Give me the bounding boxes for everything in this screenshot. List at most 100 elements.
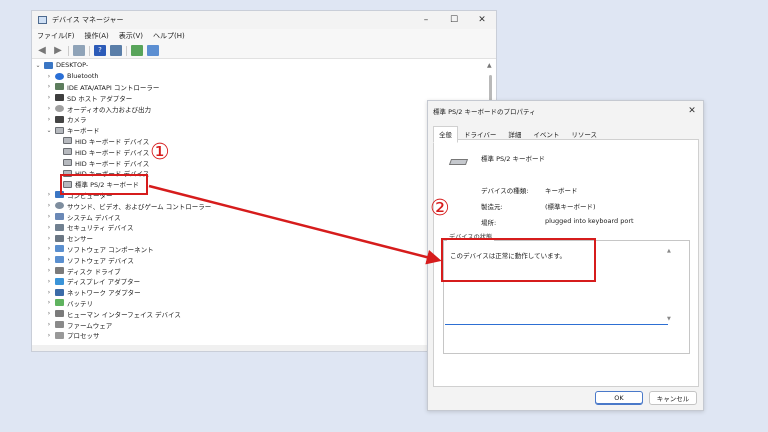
chevron-right-icon[interactable]: ›	[45, 278, 53, 285]
scroll-up-icon[interactable]: ▲	[487, 62, 492, 69]
menu-help[interactable]: ヘルプ(H)	[153, 31, 185, 41]
chevron-right-icon[interactable]: ›	[45, 267, 53, 274]
chevron-right-icon[interactable]: ›	[45, 299, 53, 306]
forward-arrow-icon[interactable]: ▶	[52, 45, 64, 56]
tree-node-label: ディスク ドライブ	[67, 267, 121, 276]
tree-node-processor[interactable]: › プロセッサ	[32, 330, 486, 341]
maximize-button[interactable]: ☐	[440, 15, 468, 25]
tree-node-battery[interactable]: › バッテリ	[32, 298, 486, 309]
tree-node-firmware[interactable]: › ファームウェア	[32, 319, 486, 330]
tree-node-bluetooth[interactable]: › Bluetooth	[32, 71, 486, 82]
chevron-right-icon[interactable]: ›	[45, 83, 53, 90]
chevron-down-icon[interactable]: ⌄	[45, 127, 53, 134]
help-icon[interactable]: ?	[94, 45, 106, 56]
close-button[interactable]: ✕	[468, 15, 496, 25]
chevron-right-icon[interactable]: ›	[45, 224, 53, 231]
tree-node-security[interactable]: › セキュリティ デバイス	[32, 222, 486, 233]
tree-node-hid-keyboard-2[interactable]: HID キーボード デバイス	[32, 146, 486, 157]
tree-node-ide[interactable]: › IDE ATA/ATAPI コントローラー	[32, 82, 486, 93]
tree-node-camera[interactable]: › カメラ	[32, 114, 486, 125]
step-2-marker: ②	[430, 196, 450, 221]
sd-host-icon	[55, 94, 64, 102]
dialog-title-bar: 標準 PS/2 キーボードのプロパティ ✕	[428, 101, 703, 121]
chevron-right-icon[interactable]: ›	[45, 213, 53, 220]
location-value: plugged into keyboard port	[545, 217, 634, 225]
tree-node-software-component[interactable]: › ソフトウェア コンポーネント	[32, 244, 486, 255]
menu-bar: ファイル(F) 操作(A) 表示(V) ヘルプ(H)	[32, 29, 496, 43]
toolbar-separator	[68, 45, 69, 56]
tree-node-hid-keyboard-1[interactable]: HID キーボード デバイス	[32, 136, 486, 147]
chevron-right-icon[interactable]: ›	[45, 289, 53, 296]
tree-node-system[interactable]: › システム デバイス	[32, 211, 486, 222]
tree-node-label: サウンド、ビデオ、およびゲーム コントローラー	[67, 202, 212, 211]
chevron-right-icon[interactable]: ›	[45, 73, 53, 80]
tab-general[interactable]: 全般	[433, 126, 458, 143]
menu-file[interactable]: ファイル(F)	[37, 31, 75, 41]
tree-node-software-device[interactable]: › ソフトウェア デバイス	[32, 254, 486, 265]
scroll-down-icon[interactable]: ▼	[667, 316, 671, 322]
tree-node-disk[interactable]: › ディスク ドライブ	[32, 265, 486, 276]
keyboard-icon	[448, 159, 469, 165]
chevron-right-icon[interactable]: ›	[45, 116, 53, 123]
bluetooth-icon	[55, 72, 64, 80]
back-arrow-icon[interactable]: ◀	[36, 45, 48, 56]
toolbar-separator	[89, 45, 90, 56]
display-icon	[55, 277, 64, 285]
chevron-right-icon[interactable]: ›	[45, 105, 53, 112]
tree-node-label: Bluetooth	[67, 72, 99, 81]
tree-node-network[interactable]: › ネットワーク アダプター	[32, 287, 486, 298]
menu-view[interactable]: 表示(V)	[119, 31, 143, 41]
keyboard-icon	[63, 148, 72, 156]
ide-icon	[55, 83, 64, 91]
software-icon	[55, 245, 64, 253]
chevron-right-icon[interactable]: ›	[45, 332, 53, 339]
step-1-marker: ①	[150, 140, 170, 165]
tree-node-keyboard[interactable]: ⌄ キーボード	[32, 125, 486, 136]
menu-action[interactable]: 操作(A)	[85, 31, 109, 41]
chevron-right-icon[interactable]: ›	[45, 94, 53, 101]
tree-node-sound[interactable]: › サウンド、ビデオ、およびゲーム コントローラー	[32, 200, 486, 211]
tree-node-hid[interactable]: › ヒューマン インターフェイス デバイス	[32, 308, 486, 319]
dialog-title: 標準 PS/2 キーボードのプロパティ	[433, 108, 536, 116]
tree-node-root[interactable]: ⌄ DESKTOP-	[32, 60, 486, 71]
battery-icon	[55, 299, 64, 307]
tree-node-sd-host[interactable]: › SD ホスト アダプター	[32, 92, 486, 103]
tree-node-label: DESKTOP-	[56, 61, 89, 70]
chevron-right-icon[interactable]: ›	[45, 202, 53, 209]
tree-node-label: ファームウェア	[67, 321, 113, 330]
scroll-up-icon[interactable]: ▲	[667, 248, 671, 254]
chevron-right-icon[interactable]: ›	[45, 245, 53, 252]
properties-icon[interactable]	[110, 45, 122, 56]
ok-button[interactable]: OK	[595, 391, 643, 405]
tree-node-display[interactable]: › ディスプレイ アダプター	[32, 276, 486, 287]
chevron-right-icon[interactable]: ›	[45, 235, 53, 242]
manufacturer-value: (標準キーボード)	[545, 203, 596, 211]
tree-node-label: センサー	[67, 235, 93, 244]
chevron-right-icon[interactable]: ›	[45, 321, 53, 328]
camera-icon	[55, 115, 64, 123]
sound-icon	[55, 202, 64, 210]
tree-node-audio[interactable]: › オーディオの入力および出力	[32, 103, 486, 114]
dialog-close-button[interactable]: ✕	[681, 106, 703, 116]
scan-hardware-icon[interactable]	[147, 45, 159, 56]
device-type-value: キーボード	[545, 187, 578, 195]
update-driver-icon[interactable]	[131, 45, 143, 56]
tree-node-sensor[interactable]: › センサー	[32, 233, 486, 244]
cancel-button[interactable]: キャンセル	[649, 391, 697, 405]
tree-node-hid-keyboard-3[interactable]: HID キーボード デバイス	[32, 157, 486, 168]
highlight-box-device-status	[441, 238, 596, 282]
tree-node-label: ソフトウェア デバイス	[67, 256, 134, 265]
keyboard-icon	[63, 159, 72, 167]
status-textarea-focus-line	[445, 324, 668, 325]
highlight-box-ps2-keyboard	[60, 174, 148, 195]
disk-icon	[55, 267, 64, 275]
tree-node-label: ディスプレイ アダプター	[67, 278, 141, 287]
minimize-button[interactable]: –	[412, 15, 440, 25]
console-tree-icon[interactable]	[73, 45, 85, 56]
chevron-right-icon[interactable]: ›	[45, 191, 53, 198]
hid-icon	[55, 310, 64, 318]
tree-node-label: セキュリティ デバイス	[67, 224, 134, 233]
chevron-right-icon[interactable]: ›	[45, 256, 53, 263]
chevron-down-icon[interactable]: ⌄	[34, 62, 42, 69]
chevron-right-icon[interactable]: ›	[45, 310, 53, 317]
